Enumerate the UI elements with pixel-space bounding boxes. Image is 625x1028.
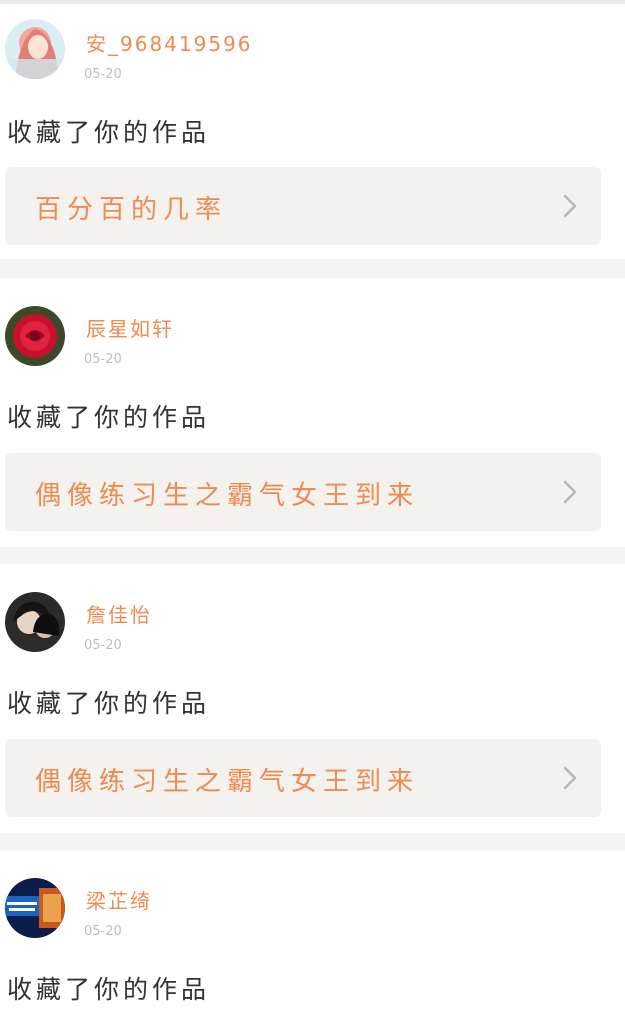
dark-couple-avatar [5, 592, 65, 652]
notification-card: 辰星如轩 05-20 收藏了你的作品 偶像练习生之霸气女王到来 [0, 278, 625, 547]
work-title: 偶像练习生之霸气女王到来 [35, 481, 420, 511]
anime-girl-avatar [5, 19, 65, 79]
avatar[interactable] [5, 19, 65, 79]
blue-poster-avatar [5, 878, 65, 938]
work-link[interactable]: 偶像练习生之霸气女王到来 [5, 739, 601, 817]
notification-card: 詹佳怡 05-20 收藏了你的作品 偶像练习生之霸气女王到来 [0, 564, 625, 833]
chevron-right-icon [563, 480, 577, 504]
work-link[interactable]: 百分百的几率 [5, 167, 601, 245]
timestamp: 05-20 [84, 638, 122, 653]
notification-card: 安_968419596 05-20 收藏了你的作品 百分百的几率 [0, 4, 625, 259]
work-title: 偶像练习生之霸气女王到来 [35, 767, 420, 797]
red-rose-avatar [5, 306, 65, 366]
action-text: 收藏了你的作品 [7, 118, 211, 147]
username[interactable]: 詹佳怡 [86, 599, 152, 628]
action-text: 收藏了你的作品 [7, 975, 211, 1004]
username[interactable]: 辰星如轩 [86, 313, 174, 342]
timestamp: 05-20 [84, 67, 122, 82]
action-text: 收藏了你的作品 [7, 403, 211, 432]
timestamp: 05-20 [84, 924, 122, 939]
username[interactable]: 梁芷绮 [86, 885, 152, 914]
chevron-right-icon [563, 194, 577, 218]
action-text: 收藏了你的作品 [7, 689, 211, 718]
work-title: 百分百的几率 [35, 195, 228, 225]
avatar[interactable] [5, 878, 65, 938]
work-link[interactable]: 偶像练习生之霸气女王到来 [5, 453, 601, 531]
notification-card: 梁芷绮 05-20 收藏了你的作品 [0, 850, 625, 1028]
chevron-right-icon [563, 766, 577, 790]
username[interactable]: 安_968419596 [86, 28, 253, 57]
avatar[interactable] [5, 592, 65, 652]
timestamp: 05-20 [84, 352, 122, 367]
avatar[interactable] [5, 306, 65, 366]
